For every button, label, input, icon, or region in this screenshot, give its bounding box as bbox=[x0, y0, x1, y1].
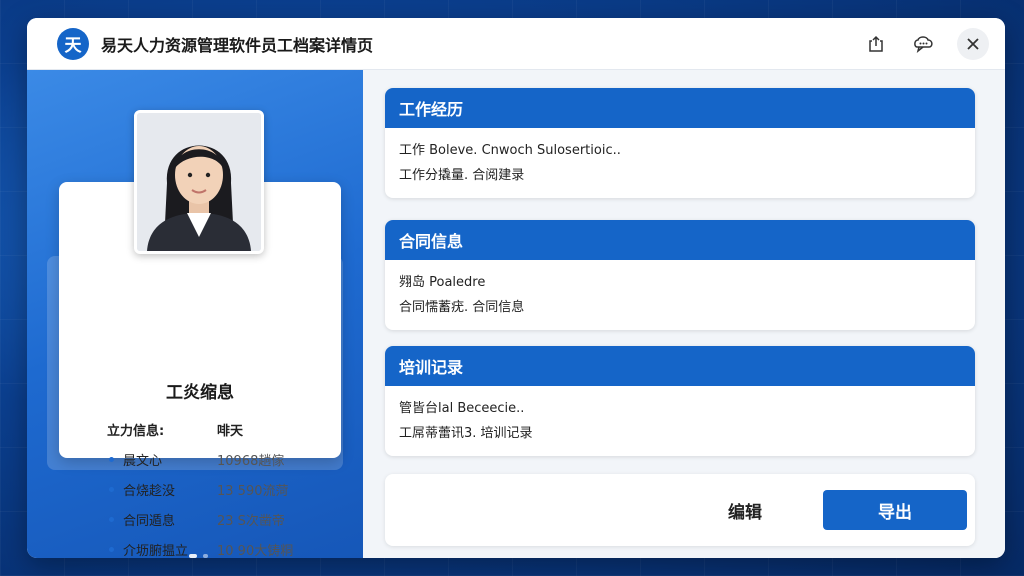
info-row-key: 合同遁息 bbox=[107, 510, 217, 529]
section-line: 工屌蒂蕾讯3. 培训记录 bbox=[399, 426, 533, 441]
employee-photo bbox=[134, 110, 264, 254]
close-icon bbox=[967, 37, 979, 50]
info-row-value: 10 90大铸粡 bbox=[217, 543, 294, 559]
info-row-key-text: 合同遁息 bbox=[123, 513, 176, 529]
avatar-icon bbox=[137, 113, 261, 251]
contract-info-section: 合同信息 翙岛 Poaledre 合同懦蓄疣. 合同信息 bbox=[385, 220, 975, 330]
bullet-icon bbox=[109, 546, 114, 552]
window-title: 易天人力资源管理软件员工档案详情页 bbox=[101, 35, 374, 55]
carousel-dot[interactable] bbox=[203, 554, 208, 558]
carousel-dot-active[interactable] bbox=[189, 554, 197, 558]
profile-info-list: 立力信息: 啡天 晨文心 10968趟傢 合烧趁没 13 590流菏 合同遁息 … bbox=[107, 414, 347, 559]
chat-button[interactable] bbox=[909, 29, 939, 59]
app-window: 天 易天人力资源管理软件员工档案详情页 工炎缩息 立力信息: 啡天 晨文心 10… bbox=[27, 18, 1005, 558]
profile-info-row: 介坜腑揾立 10 90大铸粡 bbox=[107, 534, 347, 558]
info-row-key: 晨文心 bbox=[107, 450, 217, 469]
profile-panel: 工炎缩息 立力信息: 啡天 晨文心 10968趟傢 合烧趁没 13 590流菏 bbox=[27, 70, 363, 558]
detail-panel: 工作经历 工作 Boleve. Cnwoch Sulosertioic.. 工作… bbox=[363, 70, 1005, 558]
carousel-dots bbox=[189, 554, 208, 558]
share-button[interactable] bbox=[861, 29, 891, 59]
info-row-value: 23 S次凿帝 bbox=[217, 513, 285, 529]
profile-info-row: 合烧趁没 13 590流菏 bbox=[107, 474, 347, 504]
section-header: 工作经历 bbox=[385, 88, 975, 128]
chat-icon bbox=[914, 35, 933, 53]
close-button[interactable] bbox=[957, 27, 989, 60]
info-row-value: 13 590流菏 bbox=[217, 483, 289, 499]
edit-button[interactable]: 编辑 bbox=[705, 490, 785, 530]
bullet-icon bbox=[109, 486, 114, 492]
training-records-section: 培训记录 管皆台lal Beceecie.. 工屌蒂蕾讯3. 培训记录 bbox=[385, 346, 975, 456]
section-body: 管皆台lal Beceecie.. 工屌蒂蕾讯3. 培训记录 bbox=[385, 386, 975, 456]
section-body: 翙岛 Poaledre 合同懦蓄疣. 合同信息 bbox=[385, 260, 975, 330]
content-area: 工炎缩息 立力信息: 啡天 晨文心 10968趟傢 合烧趁没 13 590流菏 bbox=[27, 70, 1005, 558]
section-line: 合同懦蓄疣. 合同信息 bbox=[399, 300, 525, 315]
info-row-key-text: 合烧趁没 bbox=[123, 483, 176, 499]
title-bar: 天 易天人力资源管理软件员工档案详情页 bbox=[27, 18, 1005, 70]
bullet-icon bbox=[109, 516, 114, 522]
info-header-key: 立力信息: bbox=[107, 423, 165, 439]
info-row-value: 10968趟傢 bbox=[217, 453, 285, 469]
section-header: 合同信息 bbox=[385, 220, 975, 260]
profile-info-row: 晨文心 10968趟傢 bbox=[107, 444, 347, 474]
info-row-key-text: 晨文心 bbox=[123, 453, 163, 469]
share-icon bbox=[869, 35, 883, 52]
profile-card-title: 工炎缩息 bbox=[166, 383, 234, 403]
info-header-value: 啡天 bbox=[217, 423, 244, 439]
section-line: 工作 Boleve. Cnwoch Sulosertioic.. bbox=[399, 143, 621, 158]
app-logo: 天 bbox=[57, 27, 89, 60]
profile-info-row: 合同遁息 23 S次凿帝 bbox=[107, 504, 347, 534]
info-row-key: 合烧趁没 bbox=[107, 480, 217, 499]
section-header: 培训记录 bbox=[385, 346, 975, 386]
section-line: 翙岛 Poaledre bbox=[399, 275, 486, 290]
info-row-key-text: 介坜腑揾立 bbox=[123, 543, 189, 559]
section-body: 工作 Boleve. Cnwoch Sulosertioic.. 工作分撬量. … bbox=[385, 128, 975, 198]
section-line: 工作分撬量. 合阅建录 bbox=[399, 168, 525, 183]
profile-info-header: 立力信息: 啡天 bbox=[107, 414, 347, 444]
work-history-section: 工作经历 工作 Boleve. Cnwoch Sulosertioic.. 工作… bbox=[385, 88, 975, 198]
bullet-icon bbox=[109, 456, 114, 462]
action-bar: 编辑 导出 bbox=[385, 474, 975, 546]
section-line: 管皆台lal Beceecie.. bbox=[399, 401, 525, 416]
export-button[interactable]: 导出 bbox=[823, 490, 967, 530]
